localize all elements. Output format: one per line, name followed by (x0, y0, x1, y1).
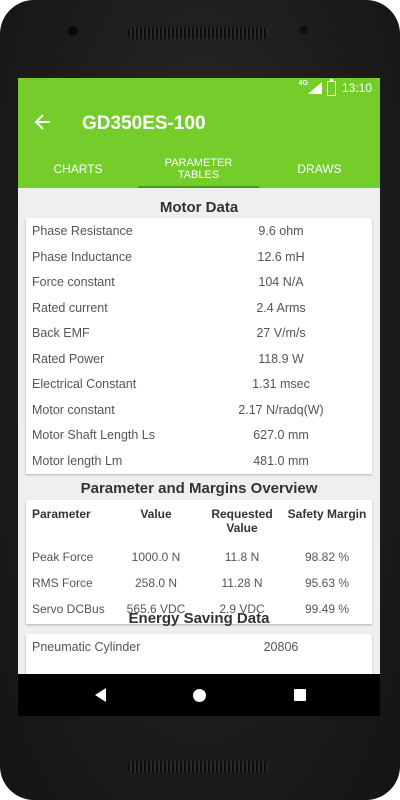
table-row: Phase Resistance 9.6 ohm (26, 218, 372, 244)
table-row: Force constant 104 N/A (26, 269, 372, 295)
tab-label: PARAMETER TABLES (164, 157, 233, 181)
table-row: Motor Shaft Length Ls 627.0 mm (26, 422, 372, 448)
header-safety-margin: Safety Margin (287, 507, 367, 521)
network-type: 4G (298, 80, 308, 87)
system-nav-bar (18, 674, 380, 716)
table-row: RMS Force 258.0 N 11.28 N 95.63 % (26, 570, 372, 596)
tab-charts[interactable]: CHARTS (18, 150, 138, 188)
row-label: Pneumatic Cylinder (32, 640, 141, 654)
row-label: Back EMF (32, 326, 90, 340)
screen: 4G 13:10 GD350ES-100 CHARTS PARAMETER TA… (18, 78, 380, 716)
table-row: Rated Power 118.9 W (26, 346, 372, 372)
volume-button (396, 210, 400, 256)
cell: Peak Force (32, 550, 94, 564)
power-button (396, 290, 400, 350)
motor-data-card: Phase Resistance 9.6 ohm Phase Inductance… (26, 218, 372, 474)
proximity-sensor (300, 26, 308, 34)
nav-recent-icon[interactable] (288, 684, 312, 706)
signal-icon (308, 82, 322, 94)
row-label: Electrical Constant (32, 377, 137, 391)
table-row: Motor length Lm 481.0 mm (26, 448, 372, 474)
status-time: 13:10 (341, 81, 372, 95)
table-row: Peak Force 1000.0 N 11.8 N 98.82 % (26, 544, 372, 570)
row-value: 9.6 ohm (258, 224, 304, 238)
page-title: GD350ES-100 (82, 113, 206, 134)
row-label: Motor constant (32, 402, 115, 417)
row-label: Phase Inductance (32, 249, 133, 264)
arrow-left-icon[interactable] (34, 112, 52, 136)
margins-card: Parameter Value Requested Value Safety M… (26, 500, 372, 624)
row-value: 481.0 mm (253, 453, 309, 468)
table-header: Parameter Value Requested Value Safety M… (26, 500, 372, 544)
row-label: Rated current (32, 300, 108, 315)
section-title-motor-data: Motor Data (159, 199, 239, 216)
row-value: 12.6 mH (257, 249, 305, 264)
row-value: 104 N/A (258, 275, 304, 289)
phone-frame: 4G 13:10 GD350ES-100 CHARTS PARAMETER TA… (0, 0, 400, 800)
table-row: Back EMF 27 V/m/s (26, 320, 372, 346)
status-bar: 4G 13:10 (18, 78, 380, 100)
row-label: Rated Power (32, 351, 105, 366)
tab-label: CHARTS (53, 162, 103, 176)
row-value: 20806 (263, 640, 299, 654)
front-camera (68, 26, 78, 36)
row-label: Force constant (32, 275, 115, 289)
cell: 11.28 N (221, 576, 263, 590)
top-speaker (128, 27, 268, 39)
row-value: 27 V/m/s (256, 326, 306, 340)
table-row: Electrical Constant 1.31 msec (26, 371, 372, 397)
nav-home-icon[interactable] (187, 684, 211, 706)
header-value: Value (140, 507, 172, 521)
header-requested-value: Requested Value (211, 507, 273, 535)
row-value: 627.0 mm (253, 428, 309, 442)
cell: 1000.0 N (131, 550, 181, 564)
table-row: Phase Inductance 12.6 mH (26, 244, 372, 270)
cell: 258.0 N (134, 576, 178, 590)
section-title-energy: Energy Saving Data (128, 610, 270, 627)
table-row: Rated current 2.4 Arms (26, 295, 372, 321)
tab-label: DRAWS (297, 162, 342, 176)
tab-parameter-tables[interactable]: PARAMETER TABLES (138, 150, 259, 188)
section-title-margins: Parameter and Margins Overview (80, 480, 318, 497)
nav-back-icon[interactable] (88, 684, 112, 706)
app-bar: GD350ES-100 (18, 100, 380, 150)
row-value: 2.17 N/radq(W) (238, 402, 324, 417)
row-label: Phase Resistance (32, 224, 133, 238)
row-label: Motor Shaft Length Ls (32, 428, 155, 442)
cell: 98.82 % (304, 550, 350, 564)
tab-draws[interactable]: DRAWS (259, 150, 380, 188)
table-row: Motor constant 2.17 N/radq(W) (26, 397, 372, 423)
row-value: 118.9 W (258, 351, 304, 366)
header-parameter: Parameter (32, 507, 91, 521)
energy-card: Pneumatic Cylinder 20806 (26, 634, 372, 674)
cell: RMS Force (32, 576, 93, 590)
cell: 11.8 N (224, 550, 260, 564)
row-value: 2.4 Arms (256, 300, 306, 315)
row-value: 1.31 msec (252, 377, 310, 391)
cell: 95.63 % (304, 576, 350, 590)
row-label: Motor length Lm (32, 453, 123, 468)
table-row: Pneumatic Cylinder 20806 (26, 634, 372, 660)
tab-bar: CHARTS PARAMETER TABLES DRAWS (18, 150, 380, 188)
content-scroll[interactable]: Motor Data Phase Resistance 9.6 ohm Phase… (18, 188, 380, 674)
bottom-speaker (128, 761, 268, 773)
battery-icon (327, 79, 336, 96)
